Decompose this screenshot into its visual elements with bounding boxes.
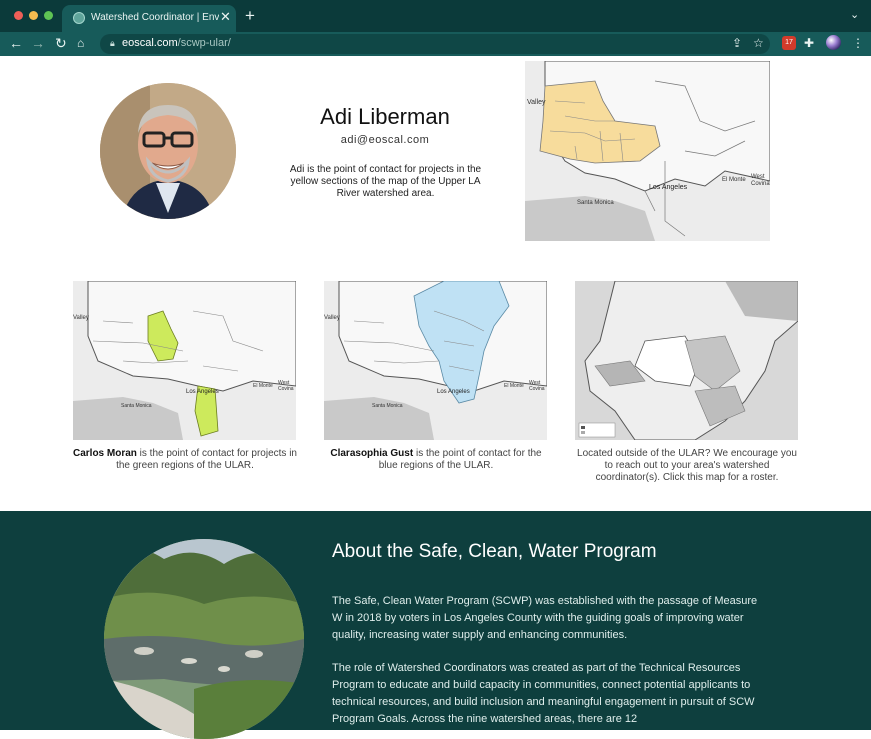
map-label-el-monte: El Monte: [253, 383, 273, 389]
roster-caption: Located outside of the ULAR? We encourag…: [577, 448, 797, 483]
chevron-down-icon[interactable]: ⌄: [850, 8, 859, 21]
map-label-west-covina: West Covina: [751, 174, 770, 187]
new-tab-button[interactable]: +: [245, 6, 255, 26]
coordinator-email[interactable]: adi@eoscal.com: [280, 134, 490, 146]
map-label-west-covina: West Covina: [529, 380, 545, 392]
site-favicon-icon: [73, 12, 85, 24]
map-label-west-covina: West Covina: [278, 380, 294, 392]
browser-tab[interactable]: Watershed Coordinator | Enviro ✕: [62, 5, 236, 32]
star-icon[interactable]: ☆: [753, 36, 764, 50]
zoom-window-button[interactable]: [44, 11, 53, 20]
lock-icon: 🔒︎: [110, 38, 115, 48]
ular-map-yellow[interactable]: Valley Los Angeles El Monte West Covina …: [525, 61, 770, 241]
about-paragraph-2: The role of Watershed Coordinators was c…: [332, 662, 755, 725]
tab-title: Watershed Coordinator | Enviro: [91, 12, 219, 23]
clarasophia-caption: Clarasophia Gust is the point of contact…: [324, 448, 548, 472]
coordinator-description: Adi is the point of contact for projects…: [289, 164, 482, 199]
forward-icon[interactable]: →: [31, 35, 45, 51]
map-label-los-angeles: Los Angeles: [186, 389, 219, 395]
coordinator-text: is the point of contact for projects in …: [116, 448, 297, 471]
browser-toolbar: ← → ↻ ⌂ 🔒︎ eoscal.com/scwp-ular/ ⇪ ☆ ✚ ⋮: [0, 32, 871, 56]
extension-badge[interactable]: 17: [782, 36, 796, 50]
carlos-caption: Carlos Moran is the point of contact for…: [73, 448, 297, 472]
map-label-los-angeles: Los Angeles: [437, 389, 470, 395]
home-icon[interactable]: ⌂: [77, 36, 84, 50]
coordinator-name: Clarasophia Gust: [330, 448, 414, 459]
about-section: About the Safe, Clean, Water Program The…: [0, 511, 871, 739]
close-window-button[interactable]: [14, 11, 23, 20]
coordinator-name: Adi Liberman: [320, 104, 450, 129]
browser-tab-strip: Watershed Coordinator | Enviro ✕ + ⌄: [0, 0, 871, 32]
map-label-santa-monica: Santa Monica: [577, 200, 614, 206]
map-label-valley: Valley: [324, 315, 340, 321]
ular-map-blue[interactable]: Valley Los Angeles El Monte West Covina …: [324, 281, 547, 440]
coordinator-name: Carlos Moran: [73, 448, 137, 459]
river-photo: [104, 539, 304, 739]
about-paragraph-1: The Safe, Clean Water Program (SCWP) was…: [332, 595, 758, 641]
url-text: eoscal.com/scwp-ular/: [122, 37, 231, 49]
map-label-el-monte: El Monte: [504, 383, 524, 389]
map-label-valley: Valley: [527, 99, 546, 106]
map-label-valley: Valley: [73, 315, 89, 321]
profile-avatar[interactable]: [826, 35, 841, 50]
back-icon[interactable]: ←: [9, 35, 23, 51]
puzzle-icon[interactable]: ✚: [804, 36, 814, 50]
coordinator-headshot: [100, 83, 236, 219]
map-label-los-angeles: Los Angeles: [649, 184, 688, 191]
url-host: eoscal.com: [122, 37, 178, 49]
minimize-window-button[interactable]: [29, 11, 38, 20]
close-tab-icon[interactable]: ✕: [220, 9, 231, 25]
reload-icon[interactable]: ↻: [55, 35, 67, 52]
roster-map[interactable]: [575, 281, 798, 440]
about-title: About the Safe, Clean, Water Program: [332, 541, 657, 562]
map-label-santa-monica: Santa Monica: [121, 403, 152, 409]
ular-map-green[interactable]: Valley Los Angeles El Monte West Covina …: [73, 281, 296, 440]
map-label-el-monte: El Monte: [722, 177, 746, 183]
url-path: /scwp-ular/: [177, 37, 231, 49]
menu-icon[interactable]: ⋮: [852, 36, 864, 50]
share-icon[interactable]: ⇪: [732, 36, 742, 50]
map-label-santa-monica: Santa Monica: [372, 403, 403, 409]
address-bar[interactable]: 🔒︎ eoscal.com/scwp-ular/: [100, 34, 770, 54]
